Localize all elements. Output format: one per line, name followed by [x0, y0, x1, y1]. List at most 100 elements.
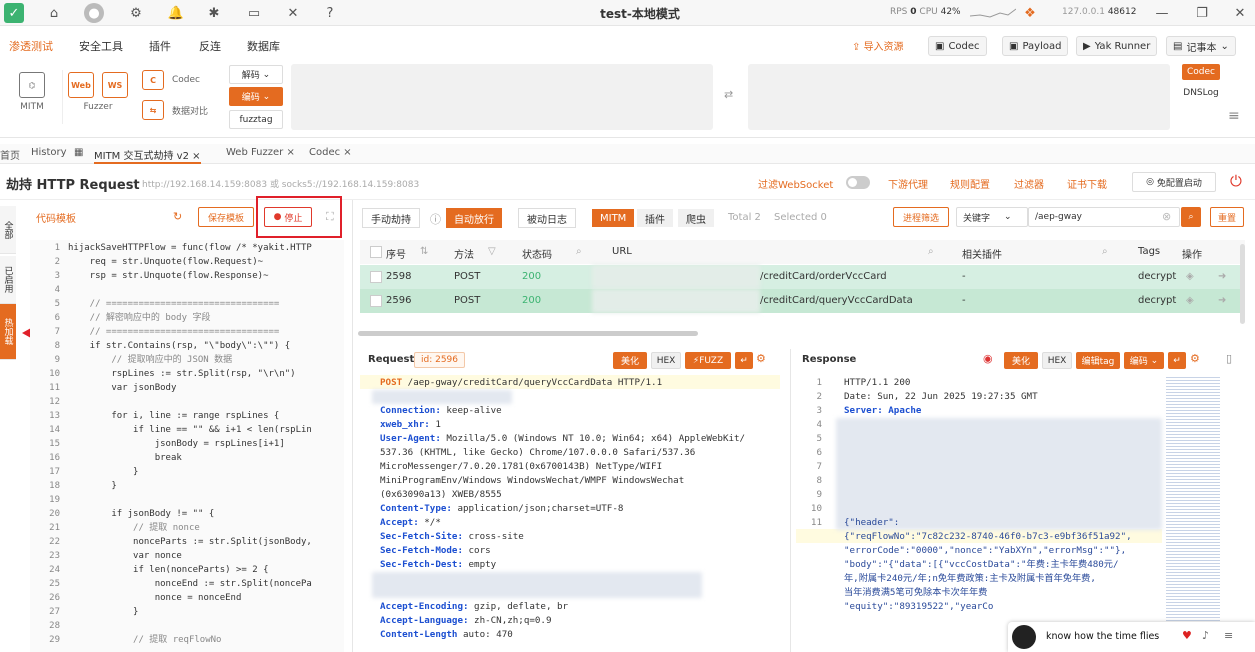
rule-config-link[interactable]: 规则配置	[950, 176, 990, 191]
tab-passive-log[interactable]: 被动日志	[518, 208, 576, 228]
help-icon[interactable]: ?	[320, 3, 340, 23]
close-icon[interactable]: ✕	[1230, 3, 1250, 23]
response-encode-select[interactable]: 编码 ⌄	[1124, 352, 1164, 369]
downstream-proxy-link[interactable]: 下游代理	[888, 176, 928, 191]
avatar[interactable]: ●	[84, 3, 104, 23]
terminal-icon[interactable]: ▭	[244, 3, 264, 23]
panel-toggle-icon[interactable]: ▯	[1226, 352, 1232, 365]
tools-icon[interactable]: ✕	[283, 3, 303, 23]
select-all-checkbox[interactable]	[370, 246, 382, 258]
col-plugin[interactable]: 相关插件	[962, 246, 1002, 261]
payload-button[interactable]: ▣ Payload	[1002, 36, 1069, 56]
chrome-icon[interactable]: ◉	[983, 352, 993, 365]
search-input[interactable]: /aep-gway	[1028, 207, 1180, 227]
row-checkbox[interactable]	[370, 271, 382, 283]
arrow-right-icon[interactable]: ➜	[1218, 271, 1226, 282]
power-icon[interactable]: ⏻	[1230, 172, 1242, 190]
menu-pentest[interactable]: 渗透测试	[9, 38, 53, 54]
refresh-icon[interactable]: ↻	[173, 210, 182, 223]
codec-tool[interactable]: C Codec	[142, 70, 200, 90]
vertical-scrollbar[interactable]	[1240, 244, 1245, 324]
tab-auto-release[interactable]: 自动放行	[446, 208, 502, 228]
side-tab-all[interactable]: 全部	[0, 206, 16, 254]
col-status[interactable]: 状态码	[522, 246, 552, 261]
response-hex-button[interactable]: HEX	[1042, 352, 1072, 369]
album-cover[interactable]	[1012, 625, 1036, 649]
menu-plugins[interactable]: 插件	[149, 38, 171, 54]
menu-security-tools[interactable]: 安全工具	[79, 38, 123, 54]
tab-crawler-filter[interactable]: 爬虫	[678, 209, 714, 227]
search-icon[interactable]: ⌕	[1102, 246, 1108, 257]
save-template-button[interactable]: 保存模板	[198, 207, 254, 227]
websocket-toggle[interactable]	[846, 176, 870, 189]
tab-mitm[interactable]: MITM 交互式劫持 v2 ×	[94, 144, 201, 164]
shield-icon[interactable]: ✓	[4, 3, 24, 23]
return-icon[interactable]: ↵	[735, 352, 753, 369]
notepad-button[interactable]: ▤ 记事本 ⌄	[1166, 36, 1236, 56]
no-config-start-button[interactable]: ◎ 免配置启动	[1132, 172, 1216, 192]
close-icon[interactable]: ×	[192, 151, 200, 162]
tab-manual-hijack[interactable]: 手动劫持	[362, 208, 420, 228]
bell-icon[interactable]: 🔔	[166, 3, 186, 23]
row-checkbox[interactable]	[370, 295, 382, 307]
hex-button[interactable]: HEX	[651, 352, 681, 369]
heart-icon[interactable]: ♥	[1182, 629, 1192, 642]
settings-icon[interactable]: ⚙	[756, 352, 766, 365]
tab-history[interactable]: History	[31, 147, 67, 158]
table-row[interactable]: ◈ ➜ 2598 POST 200/creditCard/orderVccCard - de…	[360, 265, 1245, 289]
yak-runner-button[interactable]: ▶ Yak Runner	[1076, 36, 1158, 56]
return-icon[interactable]: ↵	[1168, 352, 1186, 369]
col-id[interactable]: 序号	[386, 246, 406, 261]
response-beautify-button[interactable]: 美化	[1004, 352, 1038, 369]
keyword-select[interactable]: 关键字 ⌄	[956, 207, 1028, 227]
stop-button[interactable]: ● 停止	[264, 207, 312, 227]
filter-icon[interactable]: ▽	[488, 246, 496, 257]
fuzz-button[interactable]: ⚡ FUZZ	[685, 352, 731, 369]
minimize-icon[interactable]: —	[1152, 3, 1172, 23]
volume-icon[interactable]: ♪	[1202, 629, 1209, 642]
horizontal-scrollbar[interactable]	[358, 331, 698, 336]
edit-tag-button[interactable]: 编辑tag	[1076, 352, 1120, 369]
tab-web-fuzzer[interactable]: Web Fuzzer ×	[226, 147, 295, 158]
search-icon[interactable]: ⌕	[576, 246, 582, 257]
codec-button[interactable]: ▣ Codec	[928, 36, 987, 56]
tab-codec[interactable]: Codec ×	[309, 147, 352, 158]
tab-plugin-filter[interactable]: 插件	[637, 209, 673, 227]
menu-database[interactable]: 数据库	[247, 38, 280, 54]
clear-icon[interactable]: ⊗	[1162, 210, 1171, 223]
filter-link[interactable]: 过滤器	[1014, 176, 1044, 191]
search-icon[interactable]: ⌕	[928, 246, 934, 257]
decode-select[interactable]: 解码 ⌄	[229, 65, 283, 84]
col-url[interactable]: URL	[612, 246, 632, 257]
code-template-label[interactable]: 代码模板	[36, 210, 76, 225]
close-icon[interactable]: ×	[286, 147, 294, 158]
beautify-button[interactable]: 美化	[613, 352, 647, 369]
close-icon[interactable]: ×	[343, 147, 351, 158]
sort-icon[interactable]: ⇅	[420, 246, 428, 257]
side-tab-enabled[interactable]: 已启用	[0, 256, 16, 304]
codec-tag-button[interactable]: Codec	[1182, 64, 1220, 80]
gear-icon[interactable]: ⚙	[126, 3, 146, 23]
settings-icon[interactable]: ⚙	[1190, 352, 1200, 365]
arrow-right-icon[interactable]: ➜	[1218, 295, 1226, 306]
menu-lines-icon[interactable]: ≡	[1228, 108, 1240, 124]
fuzztag-button[interactable]: fuzztag	[229, 110, 283, 129]
col-method[interactable]: 方法	[454, 246, 474, 261]
codec-input[interactable]	[291, 64, 713, 130]
shield-icon[interactable]: ◈	[1186, 295, 1194, 306]
home-icon[interactable]: ⌂	[44, 3, 64, 23]
col-tags[interactable]: Tags	[1138, 246, 1160, 257]
mitm-tool[interactable]: ⌬ MITM	[14, 72, 50, 112]
playlist-icon[interactable]: ≡	[1224, 629, 1233, 642]
dnslog-button[interactable]: DNSLog	[1180, 85, 1222, 101]
fuzzer-tool[interactable]: Web WS Fuzzer	[68, 72, 128, 112]
response-editor[interactable]: 1 HTTP/1.1 200 2 Date: Sun, 22 Jun 2025 19:…	[796, 375, 1164, 652]
maximize-icon[interactable]: ❐	[1192, 3, 1212, 23]
search-icon[interactable]: ⌕	[1181, 207, 1201, 227]
menu-reverse[interactable]: 反连	[199, 38, 221, 54]
plugin-icon[interactable]: ❖	[1020, 3, 1040, 23]
cert-download-link[interactable]: 证书下载	[1067, 176, 1107, 191]
tab-mitm-filter[interactable]: MITM	[592, 209, 635, 227]
request-editor[interactable]: POST /aep-gway/creditCard/queryVccCardDa…	[380, 375, 780, 645]
grid-icon[interactable]: ▦	[74, 147, 83, 158]
